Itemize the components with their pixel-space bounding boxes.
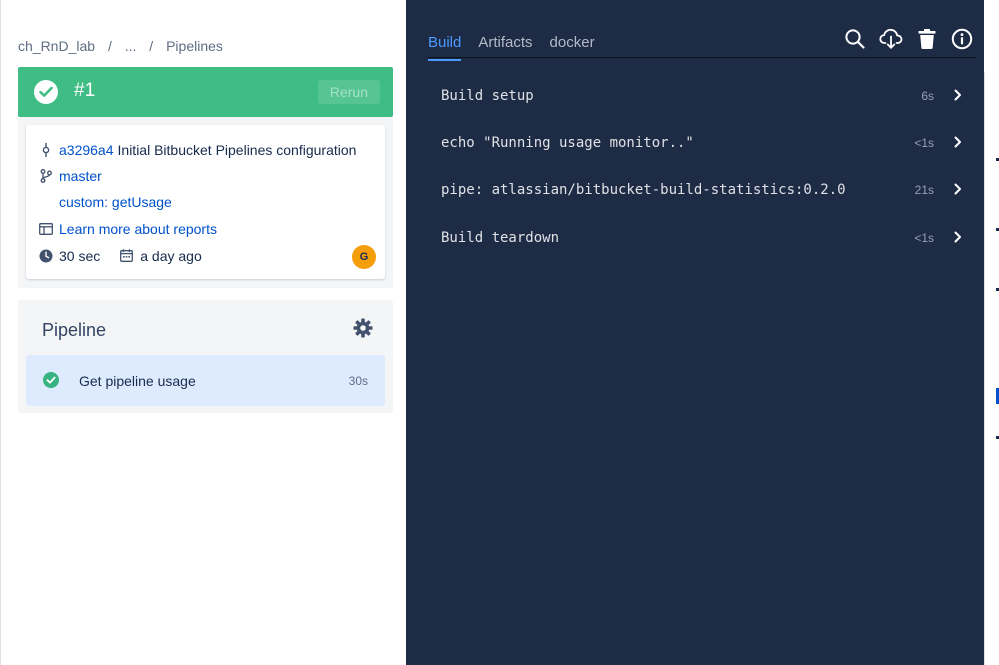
custom-pipeline-link[interactable]: custom: getUsage <box>59 194 172 210</box>
check-circle-icon <box>34 80 58 104</box>
rerun-button[interactable]: Rerun <box>317 80 380 104</box>
breadcrumb-workspace[interactable]: ch_RnD_lab <box>18 38 95 54</box>
commit-hash-link[interactable]: a3296a4 <box>59 142 114 158</box>
breadcrumb-separator: / <box>149 38 154 54</box>
learn-more-reports-link[interactable]: Learn more about reports <box>59 221 217 237</box>
build-number: #1 <box>74 80 96 101</box>
pipeline-title: Pipeline <box>42 320 107 340</box>
build-duration: 30 sec <box>59 248 101 264</box>
build-time-ago: a day ago <box>140 248 202 264</box>
pipeline-step-duration: 30s <box>348 374 368 388</box>
clock-icon <box>39 249 53 263</box>
log-step-row[interactable]: pipe: atlassian/bitbucket-build-statisti… <box>441 179 962 203</box>
branch-row: master <box>39 168 102 184</box>
pipeline-step-label: Get pipeline usage <box>79 373 196 389</box>
chevron-right-icon <box>954 89 962 105</box>
edge-strip <box>984 0 999 72</box>
pipeline-steps-panel: Pipeline Get pipeline usage 30s <box>18 300 393 413</box>
chevron-right-icon <box>954 136 962 152</box>
log-step-duration: 21s <box>914 183 934 197</box>
report-icon <box>39 222 53 236</box>
trigger-row: custom: getUsage <box>59 194 172 210</box>
tab-divider <box>428 57 976 58</box>
commit-info-section: a3296a4 Initial Bitbucket Pipelines conf… <box>18 117 393 288</box>
commit-icon <box>39 143 53 157</box>
tab-artifacts[interactable]: Artifacts <box>478 34 532 58</box>
log-step-row[interactable]: echo "Running usage monitor.." <1s <box>441 132 962 156</box>
pipeline-step[interactable]: Get pipeline usage 30s <box>26 355 385 406</box>
build-log-panel: Build Artifacts docker Build setup 6s ec… <box>406 0 984 665</box>
commit-row: a3296a4 Initial Bitbucket Pipelines conf… <box>39 142 356 158</box>
gear-icon[interactable] <box>353 318 373 343</box>
log-step-duration: <1s <box>914 136 934 150</box>
info-icon[interactable] <box>951 28 973 50</box>
breadcrumb-separator: / <box>107 38 112 54</box>
log-step-row[interactable]: Build setup 6s <box>441 85 962 109</box>
avatar[interactable]: G <box>352 245 376 269</box>
build-status-bar: #1 Rerun <box>18 67 393 117</box>
success-check-icon <box>43 372 59 393</box>
log-step-duration: <1s <box>914 231 934 245</box>
log-tabs: Build Artifacts docker <box>428 34 612 61</box>
commit-message: Initial Bitbucket Pipelines configuratio… <box>117 142 357 158</box>
branch-icon <box>39 169 53 183</box>
log-step-duration: 6s <box>921 89 934 103</box>
tab-build[interactable]: Build <box>428 34 462 61</box>
log-step-label: pipe: atlassian/bitbucket-build-statisti… <box>441 182 846 198</box>
meta-row: 30 sec a day ago <box>39 248 202 264</box>
log-step-row[interactable]: Build teardown <1s <box>441 227 962 251</box>
search-icon[interactable] <box>844 28 866 50</box>
calendar-icon <box>120 249 134 263</box>
commit-info-card: a3296a4 Initial Bitbucket Pipelines conf… <box>26 125 385 279</box>
breadcrumb-ellipsis[interactable]: ... <box>125 38 137 54</box>
pipeline-summary-panel: ch_RnD_lab / ... / Pipelines #1 Rerun a3… <box>0 0 406 665</box>
log-step-label: Build setup <box>441 88 534 104</box>
log-step-label: Build teardown <box>441 230 560 246</box>
chevron-right-icon <box>954 183 962 199</box>
branch-link[interactable]: master <box>59 168 102 184</box>
breadcrumb: ch_RnD_lab / ... / Pipelines <box>18 38 223 54</box>
reports-row: Learn more about reports <box>39 221 217 237</box>
log-step-label: echo "Running usage monitor.." <box>441 135 694 151</box>
chevron-right-icon <box>954 231 962 247</box>
tab-docker[interactable]: docker <box>550 34 595 58</box>
cloud-download-icon[interactable] <box>879 28 903 50</box>
trash-icon[interactable] <box>917 28 939 50</box>
breadcrumb-current[interactable]: Pipelines <box>166 38 223 54</box>
